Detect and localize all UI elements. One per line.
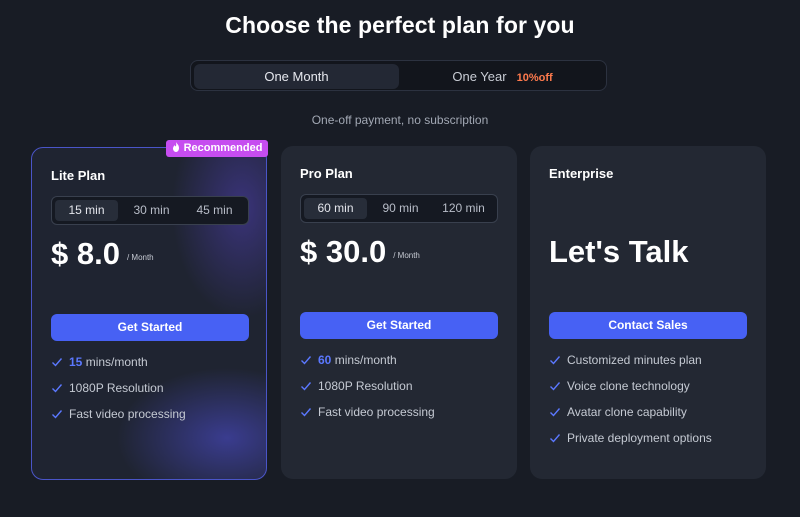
feature-item: Private deployment options	[549, 429, 712, 455]
get-started-button[interactable]: Get Started	[51, 314, 249, 341]
check-icon	[550, 382, 561, 391]
check-icon	[550, 356, 561, 365]
check-icon	[52, 410, 63, 419]
feature-list: 15 mins/month 1080P Resolution Fast vide…	[51, 353, 186, 431]
feature-text: Fast video processing	[318, 405, 435, 419]
feature-text: Voice clone technology	[567, 379, 690, 393]
feature-text: 1080P Resolution	[318, 379, 413, 393]
price-period: / Month	[393, 251, 420, 260]
fire-icon	[172, 142, 179, 152]
check-icon	[301, 382, 312, 391]
check-icon	[52, 384, 63, 393]
duration-option-60-min[interactable]: 60 min	[304, 198, 367, 219]
check-icon	[301, 356, 312, 365]
duration-option-45-min[interactable]: 45 min	[183, 200, 246, 221]
plan-name: Pro Plan	[300, 166, 353, 181]
duration-option-30-min[interactable]: 30 min	[120, 200, 183, 221]
billing-option-one-month[interactable]: One Month	[194, 64, 399, 89]
price-value: $ 8.0	[51, 236, 120, 271]
feature-text: Avatar clone capability	[567, 405, 687, 419]
feature-item: 1080P Resolution	[51, 379, 186, 405]
check-icon	[52, 358, 63, 367]
price-value: $ 30.0	[300, 234, 387, 269]
duration-option-90-min[interactable]: 90 min	[369, 198, 432, 219]
payment-note: One-off payment, no subscription	[311, 113, 489, 127]
badge-label: Recommended	[183, 142, 263, 154]
plan-name: Lite Plan	[51, 168, 106, 183]
feature-item: Avatar clone capability	[549, 403, 712, 429]
feature-item: Customized minutes plan	[549, 351, 712, 377]
price-period: / Month	[126, 253, 154, 262]
get-started-button[interactable]: Get Started	[300, 312, 498, 339]
feature-item: Fast video processing	[51, 405, 186, 431]
duration-selector: 15 min 30 min 45 min	[51, 196, 249, 225]
feature-list: Customized minutes plan Voice clone tech…	[549, 351, 712, 455]
duration-option-120-min[interactable]: 120 min	[432, 198, 495, 219]
feature-item: 60 mins/month	[300, 351, 435, 377]
enterprise-headline: Let's Talk	[549, 234, 689, 269]
feature-text: Private deployment options	[567, 431, 712, 445]
feature-item: Voice clone technology	[549, 377, 712, 403]
contact-sales-button[interactable]: Contact Sales	[549, 312, 747, 339]
feature-text: Fast video processing	[69, 407, 186, 421]
plan-price: $ 30.0 / Month	[300, 234, 420, 270]
feature-item: 1080P Resolution	[300, 377, 435, 403]
plan-name: Enterprise	[549, 166, 614, 181]
check-icon	[301, 408, 312, 417]
feature-text: 1080P Resolution	[69, 381, 164, 395]
plan-price: $ 8.0 / Month	[51, 236, 154, 272]
plan-card-lite: Lite Plan 15 min 30 min 45 min $ 8.0 / Mo…	[31, 147, 267, 480]
check-icon	[550, 408, 561, 417]
plan-card-pro: Pro Plan 60 min 90 min 120 min $ 30.0 / M…	[281, 146, 517, 479]
billing-toggle: One Month One Year 10%off	[190, 60, 607, 91]
feature-highlight: 60	[318, 353, 332, 367]
feature-text: Customized minutes plan	[567, 353, 702, 367]
feature-highlight: 15	[69, 355, 83, 369]
billing-option-label: One Year	[452, 69, 507, 84]
discount-label: 10%off	[516, 72, 553, 84]
billing-option-label: One Month	[264, 69, 329, 84]
feature-text: mins/month	[334, 353, 397, 367]
feature-item: Fast video processing	[300, 403, 435, 429]
duration-selector: 60 min 90 min 120 min	[300, 194, 498, 223]
billing-option-one-year[interactable]: One Year 10%off	[401, 64, 604, 89]
plan-card-enterprise: Enterprise Let's Talk Contact Sales Cust…	[530, 146, 766, 479]
page-title: Choose the perfect plan for you	[225, 12, 575, 38]
feature-item: 15 mins/month	[51, 353, 186, 379]
check-icon	[550, 434, 561, 443]
duration-option-15-min[interactable]: 15 min	[55, 200, 118, 221]
recommended-badge: Recommended	[166, 140, 268, 157]
feature-list: 60 mins/month 1080P Resolution Fast vide…	[300, 351, 435, 429]
feature-text: mins/month	[85, 355, 148, 369]
